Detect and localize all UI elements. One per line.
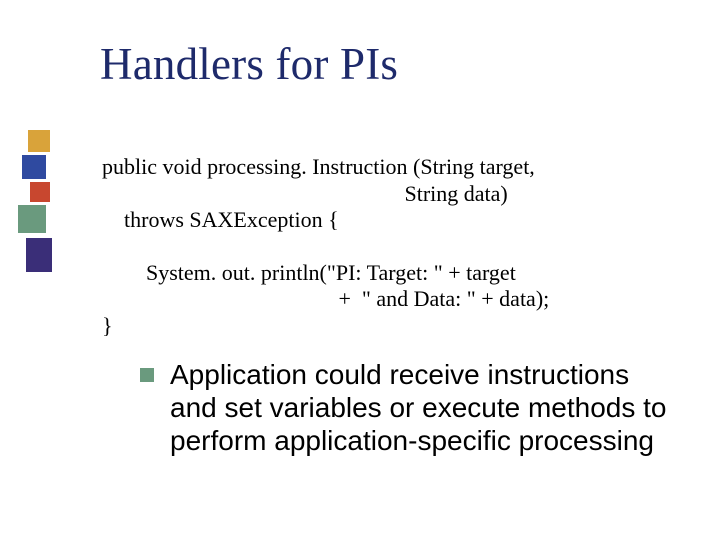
deco-block: [28, 130, 50, 152]
sidebar-decoration: [0, 0, 48, 540]
bullet-text: Application could receive instructions a…: [170, 358, 680, 457]
bullet-item: Application could receive instructions a…: [140, 358, 680, 457]
deco-block: [22, 155, 46, 179]
code-line: + " and Data: " + data);: [102, 286, 549, 311]
deco-block: [26, 238, 52, 272]
code-line: throws SAXException {: [102, 207, 339, 232]
code-line: public void processing. Instruction (Str…: [102, 154, 535, 179]
slide-title: Handlers for PIs: [100, 38, 398, 90]
code-block: public void processing. Instruction (Str…: [102, 128, 549, 339]
deco-block: [30, 182, 50, 202]
deco-block: [18, 205, 46, 233]
square-bullet-icon: [140, 368, 154, 382]
code-line: System. out. println("PI: Target: " + ta…: [102, 260, 516, 285]
slide: Handlers for PIs public void processing.…: [0, 0, 720, 540]
code-line: }: [102, 313, 113, 338]
code-line: String data): [102, 181, 508, 206]
